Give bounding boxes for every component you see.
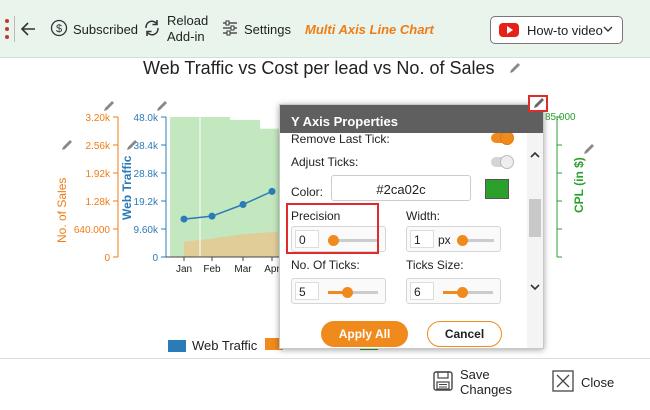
dollar-circle-icon: $ <box>50 19 68 40</box>
dialog-scroll-thumb[interactable] <box>529 199 541 237</box>
close-button[interactable]: Close <box>552 370 614 395</box>
y-axis-properties-dialog: Y Axis Properties Remove Last Tick: Adju… <box>279 104 544 349</box>
width-control: 1 px <box>406 226 501 252</box>
more-options-icon[interactable] <box>5 19 9 41</box>
chevron-down-icon <box>602 23 614 38</box>
sales-axis-title: No. of Sales <box>55 178 69 243</box>
traffic-tick-label-4: 38.4k <box>134 141 159 152</box>
dialog-title: Y Axis Properties <box>280 105 543 133</box>
reload-label-line2: Add-in <box>167 29 205 44</box>
cancel-button[interactable]: Cancel <box>427 321 502 347</box>
sales-tick-label-0: 0 <box>104 253 110 264</box>
reload-icon <box>142 18 162 41</box>
legend-swatch-web-traffic <box>168 339 186 352</box>
x-tick-label-jan: Jan <box>176 264 192 275</box>
youtube-icon <box>499 23 519 37</box>
width-slider[interactable] <box>457 235 494 246</box>
legend-label-web-traffic: Web Traffic <box>192 338 258 353</box>
adjust-ticks-label: Adjust Ticks: <box>291 155 359 169</box>
app-title: Multi Axis Line Chart <box>305 22 434 37</box>
dialog-scrollbar[interactable] <box>527 133 543 348</box>
edit-cpl-axis-highlight[interactable] <box>528 95 548 112</box>
cpl-axis-title: CPL (in $) <box>572 157 586 213</box>
no-of-ticks-input[interactable]: 5 <box>295 282 319 300</box>
scroll-up-icon <box>530 151 540 158</box>
width-label: Width: <box>406 209 441 223</box>
traffic-tick-label-2: 19.2k <box>134 197 159 208</box>
subscribed-label: Subscribed <box>73 21 139 37</box>
scroll-down-icon <box>530 284 540 291</box>
web-traffic-point-1 <box>208 212 216 220</box>
sales-tick-label-5: 3.20k <box>86 113 111 124</box>
howto-label: How-to video <box>527 22 603 38</box>
web-traffic-point-3 <box>268 187 276 195</box>
precision-highlight <box>286 203 379 254</box>
web-traffic-point-2 <box>239 201 247 208</box>
axis-edit-pencil-icon-0[interactable] <box>104 101 114 111</box>
settings-button[interactable]: Settings <box>221 12 291 46</box>
traffic-tick-label-1: 9.60k <box>134 225 159 236</box>
adjust-ticks-toggle[interactable] <box>491 155 514 169</box>
web-traffic-point-0 <box>180 215 188 223</box>
no-of-ticks-slider-handle[interactable] <box>342 287 353 298</box>
reload-label-line1: Reload <box>167 13 209 28</box>
sales-tick-label-4: 2.56k <box>86 141 111 152</box>
remove-last-tick-toggle[interactable] <box>491 133 514 145</box>
ticks-size-slider-handle[interactable] <box>457 287 468 298</box>
save-icon <box>432 370 454 395</box>
axis-edit-pencil-icon-4[interactable] <box>584 144 594 154</box>
width-unit: px <box>438 233 451 247</box>
reload-addin-button[interactable]: Reload Add-in <box>142 12 208 46</box>
bottom-bar: Save Changes Close <box>0 358 650 410</box>
settings-label: Settings <box>244 21 291 37</box>
x-tick-label-feb: Feb <box>203 264 221 275</box>
close-label: Close <box>581 375 615 390</box>
axis-edit-pencil-icon-2[interactable] <box>62 140 72 150</box>
remove-last-tick-label: Remove Last Tick: <box>291 133 390 146</box>
save-label-line1: Save <box>460 367 490 382</box>
color-input[interactable]: #2ca02c <box>331 175 471 201</box>
back-arrow-icon[interactable] <box>20 18 38 40</box>
ticks-size-slider[interactable] <box>443 287 493 298</box>
svg-text:$: $ <box>56 23 62 35</box>
ticks-size-input[interactable]: 6 <box>410 282 434 300</box>
width-slider-handle[interactable] <box>457 235 468 246</box>
no-of-ticks-control: 5 <box>291 278 386 304</box>
dialog-body: Remove Last Tick: Adjust Ticks: Color: #… <box>280 133 527 348</box>
x-tick-label-apr: Apr <box>264 264 280 275</box>
close-icon <box>552 370 574 395</box>
traffic-tick-label-5: 48.0k <box>134 113 159 124</box>
no-of-ticks-slider[interactable] <box>328 287 378 298</box>
save-changes-button[interactable]: Save Changes <box>432 367 512 397</box>
axis-edit-pencil-icon-1[interactable] <box>157 101 167 111</box>
edit-cpl-axis-pencil-icon <box>534 98 544 108</box>
cpl-bar-1 <box>200 117 230 257</box>
traffic-axis-title: Web Traffic <box>120 155 134 220</box>
apply-all-button[interactable]: Apply All <box>321 321 408 347</box>
subscribed-button[interactable]: $ Subscribed <box>50 12 138 46</box>
color-label: Color: <box>291 185 324 199</box>
legend-item-web-traffic[interactable]: Web Traffic <box>168 338 257 353</box>
traffic-tick-label-0: 0 <box>152 253 158 264</box>
save-label-line2: Changes <box>460 382 513 397</box>
sales-tick-label-1: 640.000 <box>74 225 111 236</box>
ticks-size-label: Ticks Size: <box>406 258 464 272</box>
sales-tick-label-3: 1.92k <box>86 169 111 180</box>
toolbar-divider <box>14 16 15 42</box>
x-tick-label-mar: Mar <box>234 264 252 275</box>
settings-sliders-icon <box>221 19 239 40</box>
cpl-bar-0 <box>170 117 200 257</box>
color-swatch[interactable] <box>485 179 509 199</box>
no-of-ticks-label: No. Of Ticks: <box>291 258 360 272</box>
width-input[interactable]: 1 <box>410 230 434 248</box>
ticks-size-control: 6 <box>406 278 501 304</box>
traffic-tick-label-3: 28.8k <box>134 169 159 180</box>
toolbar: $ Subscribed Reload Add-in Settings Mult… <box>0 0 650 58</box>
howto-video-dropdown[interactable]: How-to video <box>490 16 623 44</box>
sales-tick-label-2: 1.28k <box>86 197 111 208</box>
